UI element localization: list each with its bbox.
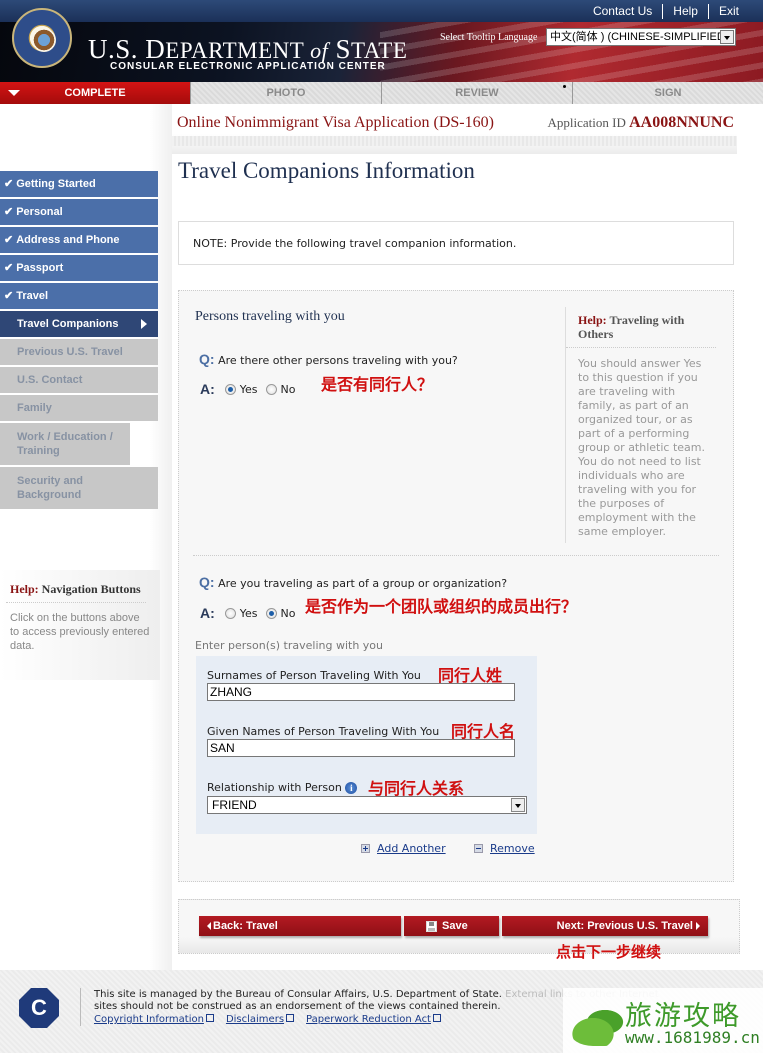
exit-link[interactable]: Exit [707,4,749,19]
tooltip-language-label: Select Tooltip Language [440,32,538,43]
back-button[interactable]: Back: Travel [199,916,401,936]
relationship-label: Relationship with Person i [207,781,358,794]
external-link-icon [205,1014,214,1022]
top-links: Contact Us Help Exit [583,4,749,19]
check-icon: ✔ [4,234,14,246]
radio-group-no[interactable]: No [265,607,296,620]
relationship-select[interactable]: FRIEND [207,796,527,814]
save-icon [426,920,437,932]
sidebar-item-passport[interactable]: ✔ Passport [0,255,158,281]
external-link-icon [432,1014,441,1022]
plus-icon [361,844,370,853]
help-text: You should answer Yes to this question i… [578,357,705,538]
radio-other-persons-no[interactable]: No [265,383,296,396]
annotation-next: 点击下一步继续 [556,943,662,961]
annotation-other-persons: 是否有同行人？ [321,375,434,394]
radio-unselected-icon[interactable] [224,607,236,619]
arrow-right-icon [141,319,152,329]
tooltip-language-select[interactable]: 中文(简体 ) (CHINESE-SIMPLIFIED) [546,28,736,46]
sidebar-item-getting-started[interactable]: ✔ Getting Started [0,171,158,197]
watermark-logo-icon [569,1006,629,1046]
check-icon: ✔ [4,178,14,190]
check-icon: ✔ [4,262,14,274]
sidebar-item-us-contact: U.S. Contact [0,367,158,393]
application-header: Online Nonimmigrant Visa Application (DS… [172,104,737,154]
triangle-down-icon [8,90,20,102]
note-box: NOTE: Provide the following travel compa… [178,221,734,265]
next-button[interactable]: Next: Previous U.S. Travel [502,916,708,936]
sidebar-item-travel[interactable]: ✔ Travel [0,283,158,309]
surname-label: Surnames of Person Traveling With You [207,669,421,682]
minus-icon [474,844,483,853]
sidebar-item-work-education: Work / Education / Training [0,423,130,465]
radio-other-persons-yes[interactable]: Yes [224,383,258,396]
help-link[interactable]: Help [662,4,708,19]
paperwork-reduction-link[interactable]: Paperwork Reduction Act [306,1014,441,1025]
radio-unselected-icon[interactable] [265,383,277,395]
help-traveling-with-others: Help: Traveling with Others You should a… [565,307,718,543]
section-title: Persons traveling with you [195,309,345,324]
navigation-help-title: Help: Navigation Buttons [10,582,141,596]
remove-button[interactable]: Remove [474,842,535,855]
step-photo[interactable]: PHOTO [190,82,381,104]
disclaimers-link[interactable]: Disclaimers [226,1014,295,1025]
save-button[interactable]: Save [404,916,499,936]
chevron-down-icon[interactable] [511,798,525,812]
dot-icon [563,85,566,88]
external-link-icon [286,1014,295,1022]
footer-links: Copyright Information Disclaimers Paperw… [94,1014,441,1025]
sidebar-item-personal[interactable]: ✔ Personal [0,199,158,225]
step-sign[interactable]: SIGN [572,82,763,104]
application-id: Application ID AA008NNUNC [547,114,734,131]
copyright-link[interactable]: Copyright Information [94,1014,214,1025]
department-seal-icon [12,8,72,68]
radio-selected-icon[interactable] [265,607,277,619]
consular-affairs-logo-icon: C [19,988,59,1028]
given-names-input[interactable]: SAN [207,739,515,757]
department-subtitle: CONSULAR ELECTRONIC APPLICATION CENTER [110,61,386,72]
given-names-label: Given Names of Person Traveling With You [207,725,440,738]
sidebar-item-previous-us-travel: Previous U.S. Travel [0,339,158,365]
sidebar-nav: ✔ Getting Started ✔ Personal ✔ Address and … [0,171,158,511]
surname-input[interactable]: ZHANG [207,683,515,701]
annotation-group: 是否作为一个团队或组织的成员出行？ [305,597,578,616]
arrow-right-icon [696,922,704,931]
page-title: Travel Companions Information [178,158,475,183]
progress-steps: COMPLETE PHOTO REVIEW SIGN [0,82,763,104]
step-complete[interactable]: COMPLETE [0,82,190,104]
radio-selected-icon[interactable] [224,383,236,395]
navigation-help-text: Click on the buttons above to access pre… [10,612,150,652]
question-other-persons: Q: Are there other persons traveling wit… [199,351,458,367]
help-title: Help: Traveling with Others [578,313,685,341]
navigation-help: Help: Navigation Buttons Click on the bu… [0,570,160,680]
step-review[interactable]: REVIEW [381,82,572,104]
answer-other-persons: A: Yes No [200,381,296,397]
application-title: Online Nonimmigrant Visa Application (DS… [177,114,494,131]
sidebar-item-address-phone[interactable]: ✔ Address and Phone [0,227,158,253]
check-icon: ✔ [4,290,14,302]
person-entry: Surnames of Person Traveling With You 同行… [196,656,537,834]
answer-group: A: Yes No [200,605,296,621]
arrow-left-icon [203,922,211,931]
watermark-url: www.1681989.cn [625,1028,760,1047]
sidebar-item-family: Family [0,395,158,421]
info-icon[interactable]: i [345,782,358,794]
watermark: 旅游攻略 www.1681989.cn [563,988,763,1053]
contact-us-link[interactable]: Contact Us [583,4,662,19]
radio-group-yes[interactable]: Yes [224,607,258,620]
chevron-down-icon[interactable] [720,30,734,44]
check-icon: ✔ [4,206,14,218]
add-another-button[interactable]: Add Another [361,842,446,855]
sidebar-item-security: Security and Background [0,467,158,509]
sidebar-item-travel-companions[interactable]: Travel Companions [0,311,158,337]
travel-companions-panel: Persons traveling with you Q: Are there … [178,290,734,882]
enter-persons-label: Enter person(s) traveling with you [195,639,383,652]
question-group: Q: Are you traveling as part of a group … [199,574,508,590]
